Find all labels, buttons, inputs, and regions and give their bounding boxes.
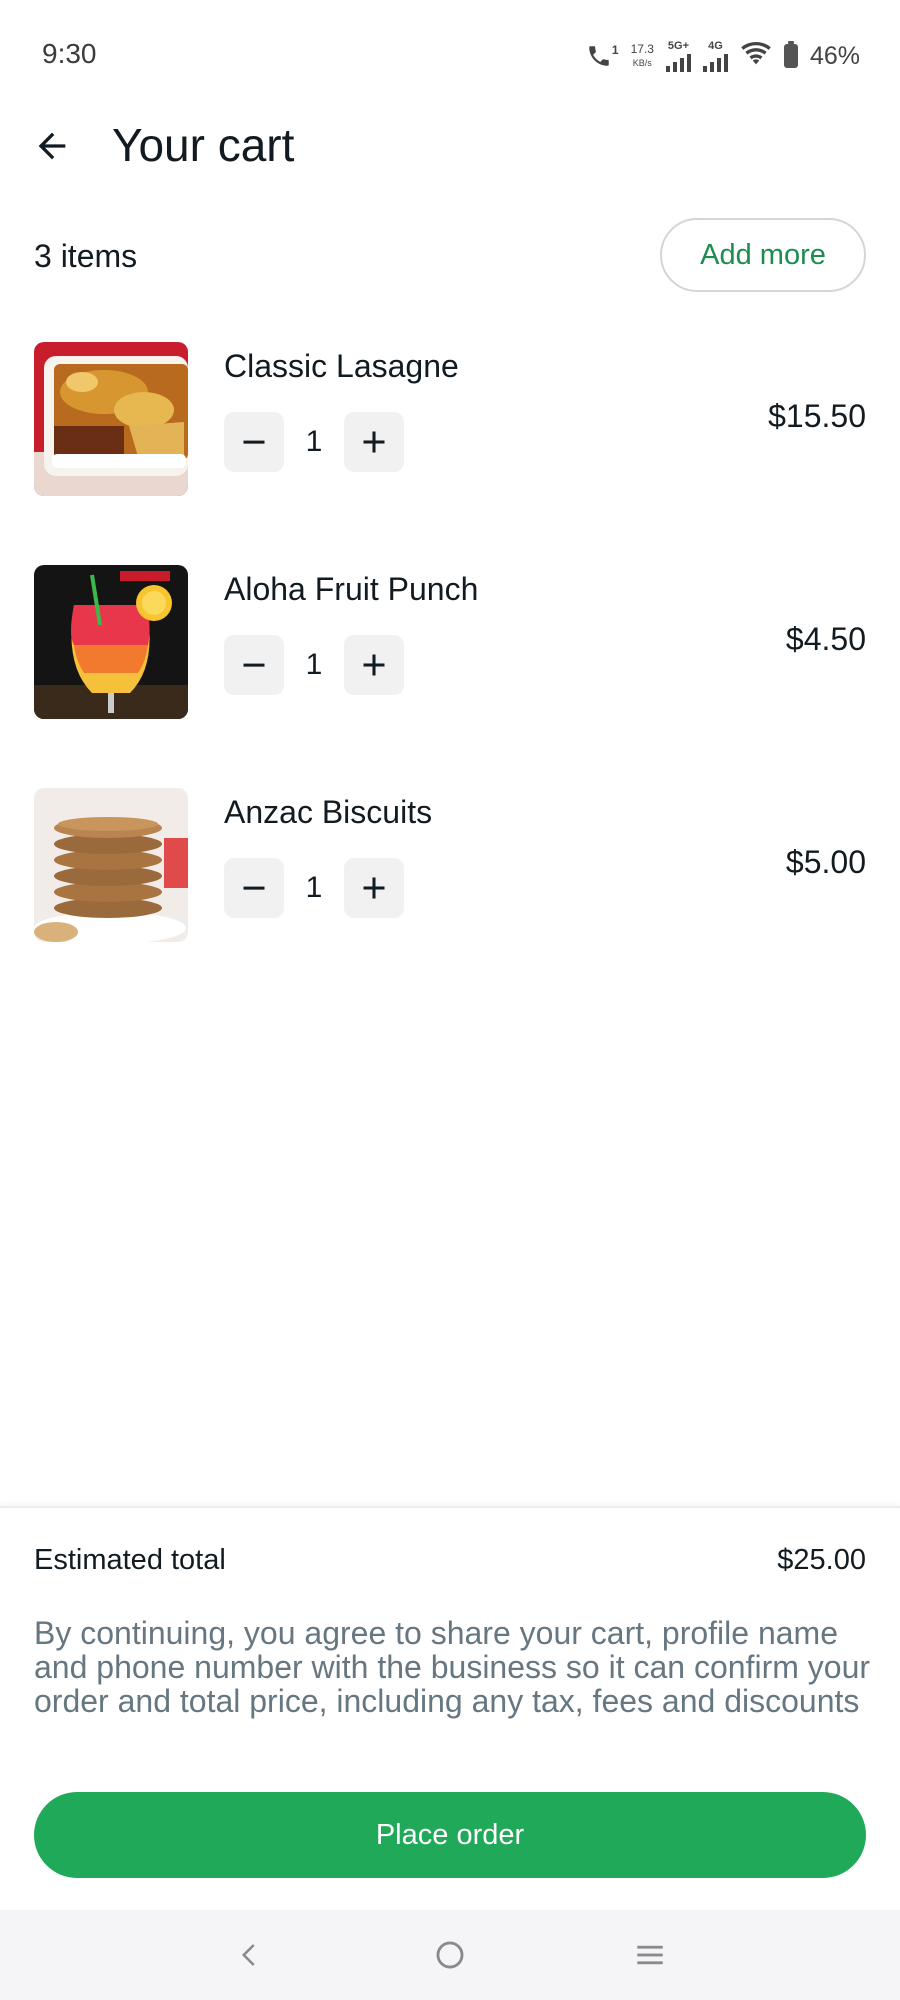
status-icons: 1 17.3 KB/s 5G+ 4G 46%	[586, 36, 860, 76]
speed-unit: KB/s	[632, 57, 652, 68]
item-price: $5.00	[785, 844, 866, 880]
nav-back-button[interactable]	[220, 1925, 280, 1985]
lasagne-photo[interactable]	[34, 342, 188, 496]
back-button[interactable]	[30, 124, 74, 168]
biscuits-photo[interactable]	[34, 788, 188, 942]
quantity-value: 1	[305, 425, 323, 458]
status-bar: 9:30 1 17.3 KB/s 5G+ 4G 46%	[0, 0, 900, 110]
item-price: $4.50	[785, 621, 866, 657]
plus-icon	[363, 431, 385, 453]
quantity-value: 1	[305, 871, 323, 904]
speed-value: 17.3	[630, 41, 654, 56]
arrow-left-icon	[38, 132, 66, 160]
increase-quantity-button[interactable]	[344, 635, 404, 695]
minus-icon	[243, 440, 265, 444]
cart-summary-row: 3 items Add more	[34, 218, 866, 292]
decrease-quantity-button[interactable]	[224, 635, 284, 695]
estimated-total-row: Estimated total $25.00	[34, 1544, 866, 1584]
decrease-quantity-button[interactable]	[224, 412, 284, 472]
checkout-panel: Estimated total $25.00 By continuing, yo…	[0, 1506, 900, 1910]
item-name: Classic Lasagne	[224, 348, 459, 384]
signal-bars-icon	[702, 52, 728, 72]
quantity-stepper: 1	[224, 412, 404, 472]
nav-menu-button[interactable]	[620, 1925, 680, 1985]
minus-icon	[243, 663, 265, 667]
signal-4g: 4G	[702, 40, 728, 72]
quantity-value: 1	[305, 648, 323, 681]
status-time: 9:30	[42, 38, 97, 69]
quantity-stepper: 1	[224, 858, 404, 918]
item-price: $15.50	[768, 398, 866, 434]
wifi-calling-icon: 1	[586, 43, 619, 69]
quantity-stepper: 1	[224, 635, 404, 695]
item-name: Anzac Biscuits	[224, 794, 433, 830]
system-nav-bar	[0, 1910, 900, 2000]
minus-icon	[243, 886, 265, 890]
app-header: Your cart	[0, 110, 900, 180]
plus-icon	[363, 654, 385, 676]
total-value: $25.00	[777, 1544, 866, 1576]
disclaimer-text: By continuing, you agree to share your c…	[34, 1615, 871, 1719]
decrease-quantity-button[interactable]	[224, 858, 284, 918]
battery-percent: 46%	[809, 41, 860, 70]
nav-home-icon	[436, 1941, 464, 1969]
signal-5g: 5G+	[665, 40, 691, 72]
items-count: 3 items	[34, 238, 138, 274]
add-more-button[interactable]: Add more	[660, 218, 866, 292]
cart-list: Classic Lasagne 1 $15.50 Aloha Fruit Pun…	[34, 342, 866, 1011]
cart-item: Anzac Biscuits 1 $5.00	[34, 788, 866, 1011]
page-title: Your cart	[112, 119, 295, 171]
call-badge: 1	[611, 43, 619, 57]
cart-item: Classic Lasagne 1 $15.50	[34, 342, 866, 565]
wifi-icon	[740, 41, 772, 72]
increase-quantity-button[interactable]	[344, 858, 404, 918]
network-type-2: 4G	[708, 40, 723, 52]
battery-icon	[783, 41, 798, 68]
item-name: Aloha Fruit Punch	[224, 571, 479, 607]
total-label: Estimated total	[34, 1544, 226, 1576]
place-order-button[interactable]: Place order	[34, 1792, 866, 1878]
cart-item: Aloha Fruit Punch 1 $4.50	[34, 565, 866, 788]
increase-quantity-button[interactable]	[344, 412, 404, 472]
nav-home-button[interactable]	[420, 1925, 480, 1985]
nav-menu-icon	[637, 1945, 663, 1965]
plus-icon	[363, 877, 385, 899]
fruit-punch-photo[interactable]	[34, 565, 188, 719]
nav-back-icon	[241, 1944, 255, 1966]
network-speed: 17.3 KB/s	[630, 41, 654, 70]
signal-bars-icon	[665, 52, 691, 72]
network-type-1: 5G+	[667, 40, 689, 52]
